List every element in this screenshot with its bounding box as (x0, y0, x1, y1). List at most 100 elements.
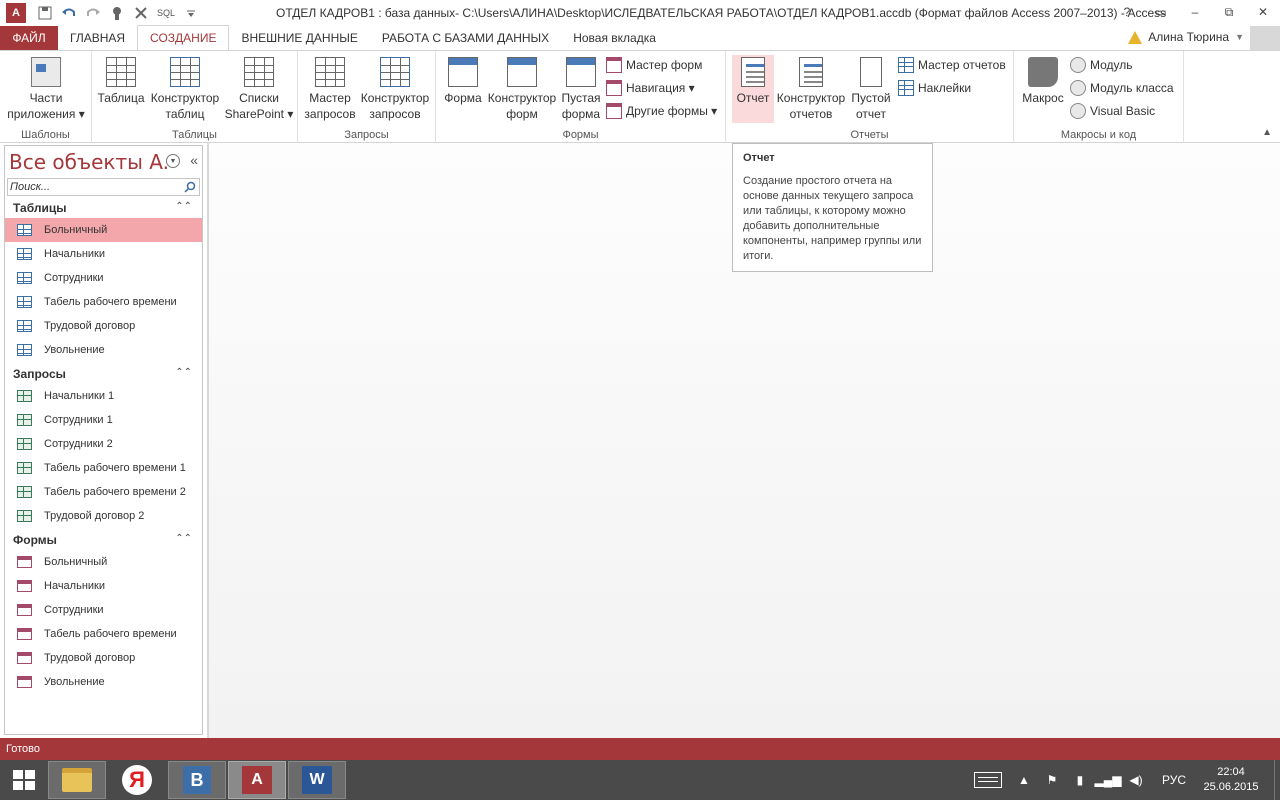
nav-item-table[interactable]: Увольнение (5, 338, 202, 362)
nav-item-form[interactable]: Трудовой договор (5, 646, 202, 670)
show-desktop-button[interactable] (1274, 760, 1280, 800)
search-input[interactable] (8, 179, 178, 195)
input-language[interactable]: РУС (1162, 773, 1186, 787)
nav-menu-chevron-icon[interactable]: ▼ (166, 154, 180, 168)
navigation-pane: Все объекты A... ▼ « Таблицы ⌃⌃ Больничн… (4, 145, 203, 735)
query-designer-button[interactable]: Конструктор запросов (358, 55, 432, 123)
nav-item-form[interactable]: Сотрудники (5, 598, 202, 622)
nav-item-form[interactable]: Табель рабочего времени (5, 622, 202, 646)
nav-item-table[interactable]: Больничный (5, 218, 202, 242)
network-signal-icon[interactable]: ▂▄▆ (1094, 771, 1121, 789)
module-icon (1070, 57, 1086, 73)
form-designer-icon (507, 57, 537, 87)
customize-qat-icon[interactable] (180, 2, 202, 24)
labels-button[interactable]: Наклейки (898, 78, 971, 98)
tools-icon[interactable] (130, 2, 152, 24)
nav-item-table[interactable]: Сотрудники (5, 266, 202, 290)
help-button[interactable]: ? (1110, 0, 1144, 24)
nav-item-form[interactable]: Начальники (5, 574, 202, 598)
nav-item-form[interactable]: Увольнение (5, 670, 202, 694)
status-text: Готово (6, 743, 40, 755)
minimize-button[interactable]: – (1178, 0, 1212, 24)
table-icon (17, 272, 32, 284)
sharepoint-lists-button[interactable]: Списки SharePoint ▾ (224, 55, 294, 123)
nav-category-queries[interactable]: Запросы ⌃⌃ (5, 364, 202, 384)
nav-item-query[interactable]: Начальники 1 (5, 384, 202, 408)
tooltip-title: Отчет (743, 152, 775, 164)
avatar[interactable] (1250, 26, 1280, 50)
battery-icon[interactable]: ▮ (1069, 771, 1091, 789)
undo-icon[interactable] (58, 2, 80, 24)
access-logo-icon[interactable]: A (6, 3, 26, 23)
group-queries: Мастер запросов Конструктор запросов Зап… (298, 51, 436, 143)
redo-icon[interactable] (82, 2, 104, 24)
sql-view-button[interactable]: SQL (154, 2, 178, 24)
taskbar-yandex-browser[interactable]: Я (108, 761, 166, 799)
form-wizard-icon (606, 57, 622, 73)
start-button[interactable] (0, 760, 48, 800)
tab-new-tab[interactable]: Новая вкладка (561, 26, 668, 50)
visual-basic-button[interactable]: Visual Basic (1070, 101, 1155, 121)
query-icon (17, 462, 32, 474)
module-button[interactable]: Модуль (1070, 55, 1133, 75)
taskbar-explorer[interactable] (48, 761, 106, 799)
tab-external-data[interactable]: ВНЕШНИЕ ДАННЫЕ (229, 26, 369, 50)
collapse-chevron-icon: ⌃⌃ (175, 367, 192, 378)
other-forms-button[interactable]: Другие формы ▾ (606, 101, 717, 121)
table-designer-icon (170, 57, 200, 87)
taskbar-b-app[interactable]: B (168, 761, 226, 799)
blank-report-button[interactable]: Пустой отчет (848, 55, 894, 123)
macro-button[interactable]: Макрос (1018, 55, 1068, 123)
form-button[interactable]: Форма (440, 55, 486, 123)
taskbar: Я B A W ▲ ⚑ ▮ ▂▄▆ ◀) РУС 22:04 25.06.201… (0, 760, 1280, 800)
navigation-button[interactable]: Навигация ▾ (606, 78, 695, 98)
report-button[interactable]: Отчет (732, 55, 774, 123)
folder-icon (62, 768, 92, 792)
nav-item-table[interactable]: Трудовой договор (5, 314, 202, 338)
nav-category-tables[interactable]: Таблицы ⌃⌃ (5, 198, 202, 218)
group-reports: Отчет Конструктор отчетов Пустой отчет М… (726, 51, 1014, 143)
blank-form-button[interactable]: Пустая форма (558, 55, 604, 123)
tab-database-tools[interactable]: РАБОТА С БАЗАМИ ДАННЫХ (370, 26, 561, 50)
report-designer-button[interactable]: Конструктор отчетов (774, 55, 848, 123)
form-wizard-button[interactable]: Мастер форм (606, 55, 702, 75)
restore-button[interactable]: ⧉ (1212, 0, 1246, 24)
collapse-ribbon-icon[interactable]: ▲ (1262, 127, 1272, 138)
nav-item-query[interactable]: Табель рабочего времени 2 (5, 480, 202, 504)
user-account[interactable]: Алина Тюрина ▼ (1128, 30, 1244, 44)
nav-item-table[interactable]: Табель рабочего времени (5, 290, 202, 314)
nav-item-query[interactable]: Сотрудники 1 (5, 408, 202, 432)
nav-item-query[interactable]: Сотрудники 2 (5, 432, 202, 456)
nav-item-form[interactable]: Больничный (5, 550, 202, 574)
touch-keyboard-icon[interactable] (973, 772, 1002, 788)
ribbon-display-button[interactable]: ▭ (1144, 0, 1178, 24)
touch-mode-icon[interactable] (106, 2, 128, 24)
tab-create[interactable]: СОЗДАНИЕ (137, 25, 230, 50)
group-tables: Таблица Конструктор таблиц Списки ShareP… (92, 51, 298, 143)
query-wizard-button[interactable]: Мастер запросов (302, 55, 358, 123)
volume-icon[interactable]: ◀) (1125, 771, 1147, 789)
tab-file[interactable]: ФАЙЛ (0, 26, 58, 50)
nav-item-table[interactable]: Начальники (5, 242, 202, 266)
window-controls: ? ▭ – ⧉ ✕ (1110, 0, 1280, 24)
search-icon[interactable] (184, 181, 196, 193)
clock[interactable]: 22:04 25.06.2015 (1198, 765, 1264, 795)
app-parts-button[interactable]: Части приложения ▾ (4, 55, 88, 123)
report-wizard-button[interactable]: Мастер отчетов (898, 55, 1006, 75)
tab-home[interactable]: ГЛАВНАЯ (58, 26, 137, 50)
table-designer-button[interactable]: Конструктор таблиц (148, 55, 222, 123)
nav-collapse-icon[interactable]: « (190, 152, 198, 168)
action-center-flag-icon[interactable]: ⚑ (1041, 771, 1063, 789)
table-button[interactable]: Таблица (96, 55, 146, 123)
form-designer-button[interactable]: Конструктор форм (486, 55, 558, 123)
taskbar-word[interactable]: W (288, 761, 346, 799)
nav-title[interactable]: Все объекты A... (9, 150, 167, 174)
show-hidden-icons-icon[interactable]: ▲ (1013, 771, 1035, 789)
nav-item-query[interactable]: Табель рабочего времени 1 (5, 456, 202, 480)
close-button[interactable]: ✕ (1246, 0, 1280, 24)
class-module-button[interactable]: Модуль класса (1070, 78, 1174, 98)
save-icon[interactable] (34, 2, 56, 24)
nav-category-forms[interactable]: Формы ⌃⌃ (5, 530, 202, 550)
taskbar-access[interactable]: A (228, 761, 286, 799)
nav-item-query[interactable]: Трудовой договор 2 (5, 504, 202, 528)
